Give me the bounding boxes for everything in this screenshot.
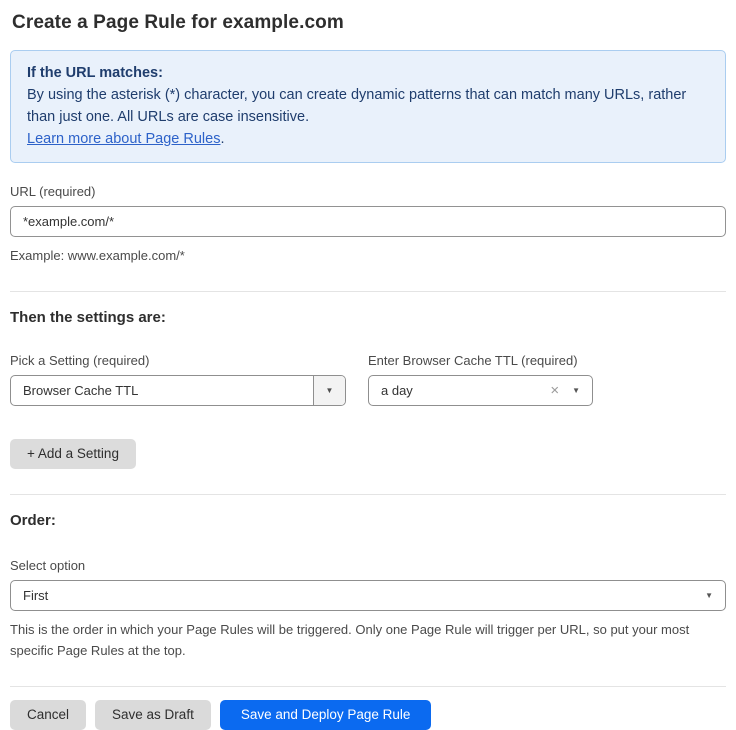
learn-more-link[interactable]: Learn more about Page Rules: [27, 131, 220, 147]
url-field-label: URL (required): [10, 184, 726, 199]
footer-actions: Cancel Save as Draft Save and Deploy Pag…: [10, 700, 726, 730]
divider: [10, 494, 726, 495]
url-match-info-callout: If the URL matches: By using the asteris…: [10, 50, 726, 163]
link-period: .: [220, 131, 224, 147]
url-input[interactable]: [10, 206, 726, 237]
setting-select-column: Pick a Setting (required) Browser Cache …: [10, 353, 346, 406]
url-example-helper: Example: www.example.com/*: [10, 245, 726, 266]
setting-select[interactable]: Browser Cache TTL ▼: [10, 375, 346, 406]
ttl-select-value: a day: [369, 383, 413, 398]
divider: [10, 291, 726, 292]
settings-section-heading: Then the settings are:: [10, 309, 726, 326]
order-select-controls: ▼: [705, 591, 725, 600]
info-callout-body: By using the asterisk (*) character, you…: [27, 84, 709, 128]
cancel-button[interactable]: Cancel: [10, 700, 86, 730]
ttl-select-label: Enter Browser Cache TTL (required): [368, 353, 593, 368]
divider: [10, 686, 726, 687]
info-callout-link-line: Learn more about Page Rules.: [27, 128, 709, 150]
save-as-draft-button[interactable]: Save as Draft: [95, 700, 211, 730]
settings-row: Pick a Setting (required) Browser Cache …: [10, 353, 726, 406]
ttl-select-column: Enter Browser Cache TTL (required) a day…: [368, 353, 593, 406]
ttl-select-controls: × ▼: [550, 383, 592, 398]
setting-select-label: Pick a Setting (required): [10, 353, 346, 368]
chevron-down-icon[interactable]: ▼: [572, 386, 580, 395]
order-select-value: First: [11, 588, 48, 603]
order-section-heading: Order:: [10, 512, 726, 529]
save-and-deploy-button[interactable]: Save and Deploy Page Rule: [220, 700, 432, 730]
add-setting-button[interactable]: + Add a Setting: [10, 439, 136, 469]
order-helper-text: This is the order in which your Page Rul…: [10, 619, 726, 661]
ttl-select[interactable]: a day × ▼: [368, 375, 593, 406]
create-page-rule-form: Create a Page Rule for example.com If th…: [0, 0, 736, 730]
order-select[interactable]: First ▼: [10, 580, 726, 611]
chevron-down-icon[interactable]: ▼: [313, 376, 345, 405]
clear-icon[interactable]: ×: [550, 383, 559, 398]
setting-select-value: Browser Cache TTL: [11, 383, 138, 398]
chevron-down-icon[interactable]: ▼: [705, 591, 713, 600]
page-title: Create a Page Rule for example.com: [12, 12, 726, 34]
info-callout-heading: If the URL matches:: [27, 62, 709, 84]
order-select-label: Select option: [10, 558, 726, 573]
